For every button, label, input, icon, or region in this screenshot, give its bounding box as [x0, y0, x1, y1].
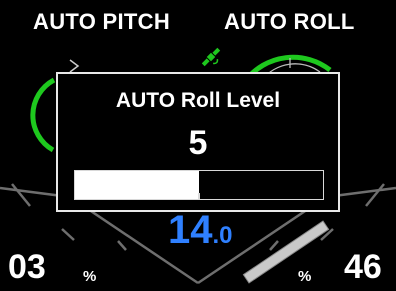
roll-level-bar-fill: [75, 171, 199, 199]
right-percent-value: 46: [344, 248, 382, 286]
right-level-bar: [242, 220, 330, 284]
satellite-icon: [201, 47, 221, 67]
left-percent-unit: %: [83, 268, 97, 285]
roll-level-bar[interactable]: [74, 170, 324, 200]
left-percent-value: 03: [8, 248, 46, 286]
speed-decimal: .0: [212, 222, 233, 249]
auto-roll-level-popup: AUTO Roll Level 5: [56, 72, 340, 212]
popup-title: AUTO Roll Level: [115, 89, 281, 112]
popup-level-value: 5: [188, 124, 208, 162]
roll-level-bar-tick: [198, 193, 200, 199]
speed-integer: 14: [168, 208, 213, 252]
pitch-gauge-marker: [69, 59, 80, 73]
speed-readout: 14.0: [168, 208, 233, 253]
right-percent-unit: %: [298, 268, 312, 285]
pitch-gauge-arc: [30, 77, 56, 153]
